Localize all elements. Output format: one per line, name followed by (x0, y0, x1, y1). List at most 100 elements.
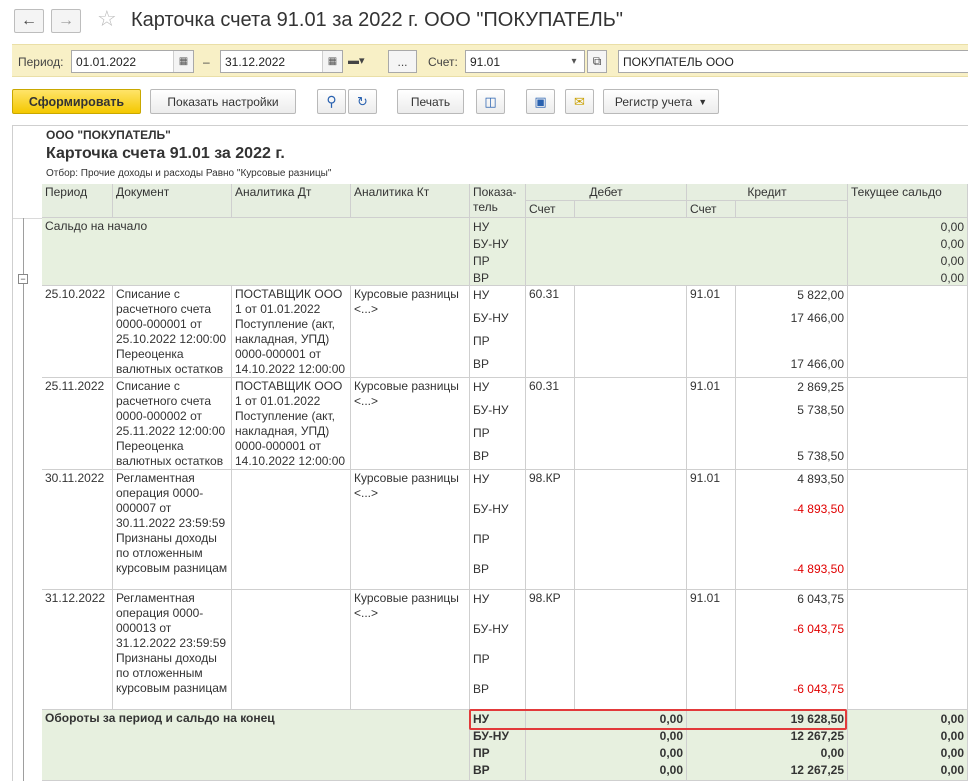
row-document[interactable]: Регламентная операция 0000-000007 от 30.… (113, 470, 232, 590)
calendar-icon[interactable]: ▦ (173, 51, 193, 72)
row-an-dt[interactable]: ПОСТАВЩИК ООО 1 от 01.01.2022 Поступлени… (232, 378, 351, 470)
header-indicator: Показа-тель (470, 184, 526, 218)
opening-balance-label: Сальдо на начало (42, 218, 470, 286)
date-to-field[interactable]: 31.12.2022 ▦ (220, 50, 343, 73)
balance-total: 0,00 (940, 729, 964, 743)
indicator: ПР (473, 532, 490, 546)
row-an-dt[interactable] (232, 470, 351, 590)
opening-indicators: НУ БУ-НУ ПР ВР (470, 218, 526, 286)
favorite-star-icon[interactable]: ☆ (97, 6, 117, 32)
row-period: 25.11.2022 (42, 378, 113, 470)
search-button[interactable]: ⚲ (317, 89, 346, 114)
account-field[interactable]: 91.01 ▾ (465, 50, 585, 73)
credit-value: 5 822,00 (797, 288, 844, 302)
date-from-field[interactable]: 01.01.2022 ▦ (71, 50, 194, 73)
row-indicators: НУ БУ-НУ ПР ВР (470, 378, 526, 470)
header-debit-sum (575, 201, 687, 218)
credit-total: 0,00 (820, 746, 844, 760)
save-button[interactable]: ▣ (526, 89, 555, 114)
row-an-kt[interactable]: Курсовые разницы <...> (351, 286, 470, 378)
row-debit-sum (575, 590, 687, 710)
indicator: БУ-НУ (473, 311, 509, 325)
calendar-icon[interactable]: ▦ (322, 51, 342, 72)
row-period: 25.10.2022 (42, 286, 113, 378)
period-label: Период: (18, 55, 64, 69)
report-organization: ООО "ПОКУПАТЕЛЬ" (46, 128, 171, 142)
chevron-down-icon[interactable]: ▾ (564, 51, 584, 72)
forward-button[interactable]: → (51, 9, 81, 33)
credit-value: -6 043,75 (793, 682, 844, 696)
row-indicators: НУ БУ-НУ ПР ВР (470, 590, 526, 710)
row-credit-account: 91.01 (687, 378, 736, 470)
header-credit: Кредит (687, 184, 848, 201)
row-debit-sum (575, 378, 687, 470)
row-credit-sum: 6 043,75 -6 043,75 -6 043,75 (736, 590, 848, 710)
row-document[interactable]: Регламентная операция 0000-000013 от 31.… (113, 590, 232, 710)
row-credit-sum: 4 893,50 -4 893,50 -4 893,50 (736, 470, 848, 590)
credit-value: 2 869,25 (797, 380, 844, 394)
header-analytics-kt: Аналитика Кт (351, 184, 470, 218)
period-select-button[interactable]: ... (388, 50, 417, 73)
back-button[interactable]: ← (14, 9, 44, 33)
credit-value: 17 466,00 (790, 311, 844, 325)
row-debit-sum (575, 286, 687, 378)
credit-value: -4 893,50 (793, 562, 844, 576)
period-dash: – (203, 55, 210, 69)
indicator: ПР (473, 426, 490, 440)
organization-field[interactable]: ПОКУПАТЕЛЬ ООО (618, 50, 968, 73)
open-account-icon[interactable]: ⧉ (587, 50, 607, 73)
credit-value (841, 425, 847, 427)
row-balance (848, 286, 968, 378)
row-an-dt[interactable] (232, 590, 351, 710)
period-type-dropdown-icon[interactable]: ▬▾ (348, 54, 365, 67)
row-balance (848, 590, 968, 710)
totals-label: Обороты за период и сальдо на конец (42, 710, 470, 781)
register-button[interactable]: Регистр учета ▼ (603, 89, 719, 114)
row-credit-sum: 2 869,25 5 738,50 5 738,50 (736, 378, 848, 470)
row-period: 30.11.2022 (42, 470, 113, 590)
date-to-value: 31.12.2022 (225, 55, 286, 69)
row-an-kt[interactable]: Курсовые разницы <...> (351, 590, 470, 710)
window-title: Карточка счета 91.01 за 2022 г. ООО "ПОК… (131, 9, 624, 31)
cancel-search-button[interactable]: ↻ (348, 89, 377, 114)
print-button[interactable]: Печать (397, 89, 464, 114)
indicator: БУ-НУ (473, 237, 509, 251)
account-value: 91.01 (470, 55, 501, 69)
credit-value: 5 738,50 (797, 403, 844, 417)
register-label: Регистр учета (614, 94, 693, 109)
row-balance (848, 378, 968, 470)
indicator: НУ (473, 288, 490, 302)
header-debit: Дебет (526, 184, 687, 201)
row-an-dt[interactable]: ПОСТАВЩИК ООО 1 от 01.01.2022 Поступлени… (232, 286, 351, 378)
indicator: БУ-НУ (473, 502, 509, 516)
search-cancel-icon: ↻ (357, 93, 368, 109)
chevron-down-icon: ▼ (698, 96, 708, 107)
indicator: НУ (473, 592, 490, 606)
row-document[interactable]: Списание с расчетного счета 0000-000001 … (113, 286, 232, 378)
preview-button[interactable]: ◫ (476, 89, 505, 114)
search-icon: ⚲ (326, 93, 337, 109)
collapse-group-icon[interactable]: − (18, 274, 28, 284)
opening-balance-values: 0,00 0,00 0,00 0,00 (848, 218, 968, 286)
arrow-right-icon: → (58, 12, 74, 29)
row-an-kt[interactable]: Курсовые разницы <...> (351, 378, 470, 470)
indicator: ВР (473, 357, 490, 371)
row-an-kt[interactable]: Курсовые разницы <...> (351, 470, 470, 590)
credit-total: 12 267,25 (790, 729, 844, 743)
header-analytics-dt: Аналитика Дт (232, 184, 351, 218)
save-icon: ▣ (534, 93, 547, 109)
header-document: Документ (113, 184, 232, 218)
show-settings-button[interactable]: Показать настройки (150, 89, 296, 114)
header-credit-account: Счет (687, 201, 736, 218)
opening-turnover (526, 218, 848, 286)
send-email-button[interactable]: ✉ (565, 89, 594, 114)
debit-total: 0,00 (659, 729, 683, 743)
credit-value: 17 466,00 (790, 357, 844, 371)
print-preview-icon: ◫ (484, 93, 497, 109)
row-credit-sum: 5 822,00 17 466,00 17 466,00 (736, 286, 848, 378)
indicator: БУ-НУ (473, 622, 509, 636)
date-from-value: 01.01.2022 (76, 55, 137, 69)
row-document[interactable]: Списание с расчетного счета 0000-000002 … (113, 378, 232, 470)
indicator: БУ-НУ (473, 729, 509, 743)
generate-button[interactable]: Сформировать (12, 89, 141, 114)
